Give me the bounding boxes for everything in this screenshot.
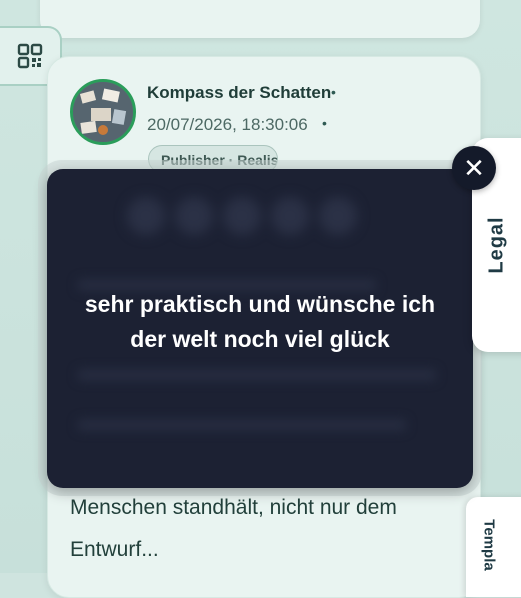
toast-message-line: der welt noch viel glück bbox=[130, 326, 390, 352]
avatar[interactable] bbox=[70, 79, 136, 145]
blurred-reactions bbox=[127, 197, 357, 235]
separator-dot: • bbox=[331, 84, 336, 100]
grid-icon bbox=[17, 43, 43, 69]
avatar-image bbox=[73, 82, 133, 142]
post-body: Menschen standhält, nicht nur dem Entwur… bbox=[70, 487, 450, 571]
close-icon: ✕ bbox=[463, 153, 485, 183]
post-timestamp: 20/07/2026, 18:30:06 bbox=[147, 115, 308, 134]
toast-message-line: sehr praktisch und wünsche ich bbox=[84, 291, 436, 317]
author-name[interactable]: Kompass der Schatten bbox=[147, 83, 331, 103]
templates-side-tab-label: Templa bbox=[480, 519, 498, 571]
toast-dialog: sehr praktisch und wünsche ich der welt … bbox=[47, 169, 473, 488]
post-body-line: Entwurf... bbox=[70, 538, 159, 561]
blurred-line bbox=[77, 419, 407, 431]
separator-dot: • bbox=[322, 115, 327, 131]
close-button[interactable]: ✕ bbox=[452, 146, 496, 190]
toast-message: sehr praktisch und wünsche ich der welt … bbox=[47, 287, 473, 357]
blurred-line bbox=[77, 369, 437, 381]
previous-post-card bbox=[40, 0, 480, 38]
legal-side-tab-label: Legal bbox=[485, 216, 508, 274]
